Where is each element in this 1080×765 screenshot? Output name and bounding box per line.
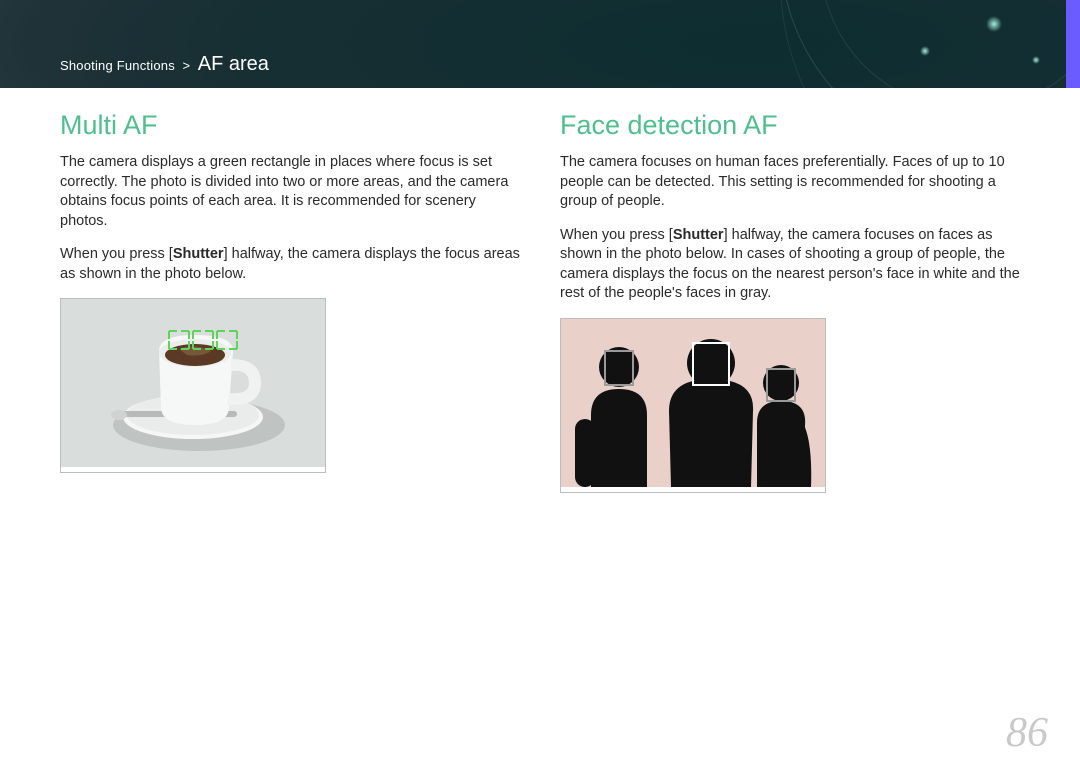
figure-multi-af bbox=[60, 298, 326, 473]
header-banner: Shooting Functions > AF area bbox=[0, 0, 1080, 88]
page-number: 86 bbox=[1006, 709, 1048, 757]
page: Shooting Functions > AF area Multi AF Th… bbox=[0, 0, 1080, 765]
chevron-right-icon: > bbox=[183, 58, 191, 73]
shutter-key-label: Shutter bbox=[673, 227, 724, 243]
content: Multi AF The camera displays a green rec… bbox=[60, 110, 1020, 725]
column-multi-af: Multi AF The camera displays a green rec… bbox=[60, 110, 520, 725]
side-tab bbox=[1066, 0, 1080, 88]
people-silhouette-illustration bbox=[561, 319, 825, 487]
breadcrumb-title: AF area bbox=[198, 53, 269, 75]
decor-dot bbox=[986, 16, 1002, 32]
paragraph: The camera displays a green rectangle in… bbox=[60, 153, 520, 231]
heading-multi-af: Multi AF bbox=[60, 110, 520, 141]
decor-swirl bbox=[780, 0, 1080, 88]
paragraph: The camera focuses on human faces prefer… bbox=[560, 153, 1020, 212]
decor-dot bbox=[1032, 56, 1040, 64]
paragraph: When you press [Shutter] halfway, the ca… bbox=[60, 245, 520, 284]
text: When you press [ bbox=[560, 227, 673, 243]
figure-face-detection bbox=[560, 318, 826, 493]
coffee-cup-illustration bbox=[61, 299, 325, 467]
decor-dot bbox=[920, 46, 930, 56]
breadcrumb: Shooting Functions > AF area bbox=[60, 53, 269, 76]
text: When you press [ bbox=[60, 246, 173, 262]
shutter-key-label: Shutter bbox=[173, 246, 224, 262]
heading-face-detection-af: Face detection AF bbox=[560, 110, 1020, 141]
column-face-detection-af: Face detection AF The camera focuses on … bbox=[560, 110, 1020, 725]
breadcrumb-section: Shooting Functions bbox=[60, 58, 175, 73]
paragraph: When you press [Shutter] halfway, the ca… bbox=[560, 226, 1020, 304]
